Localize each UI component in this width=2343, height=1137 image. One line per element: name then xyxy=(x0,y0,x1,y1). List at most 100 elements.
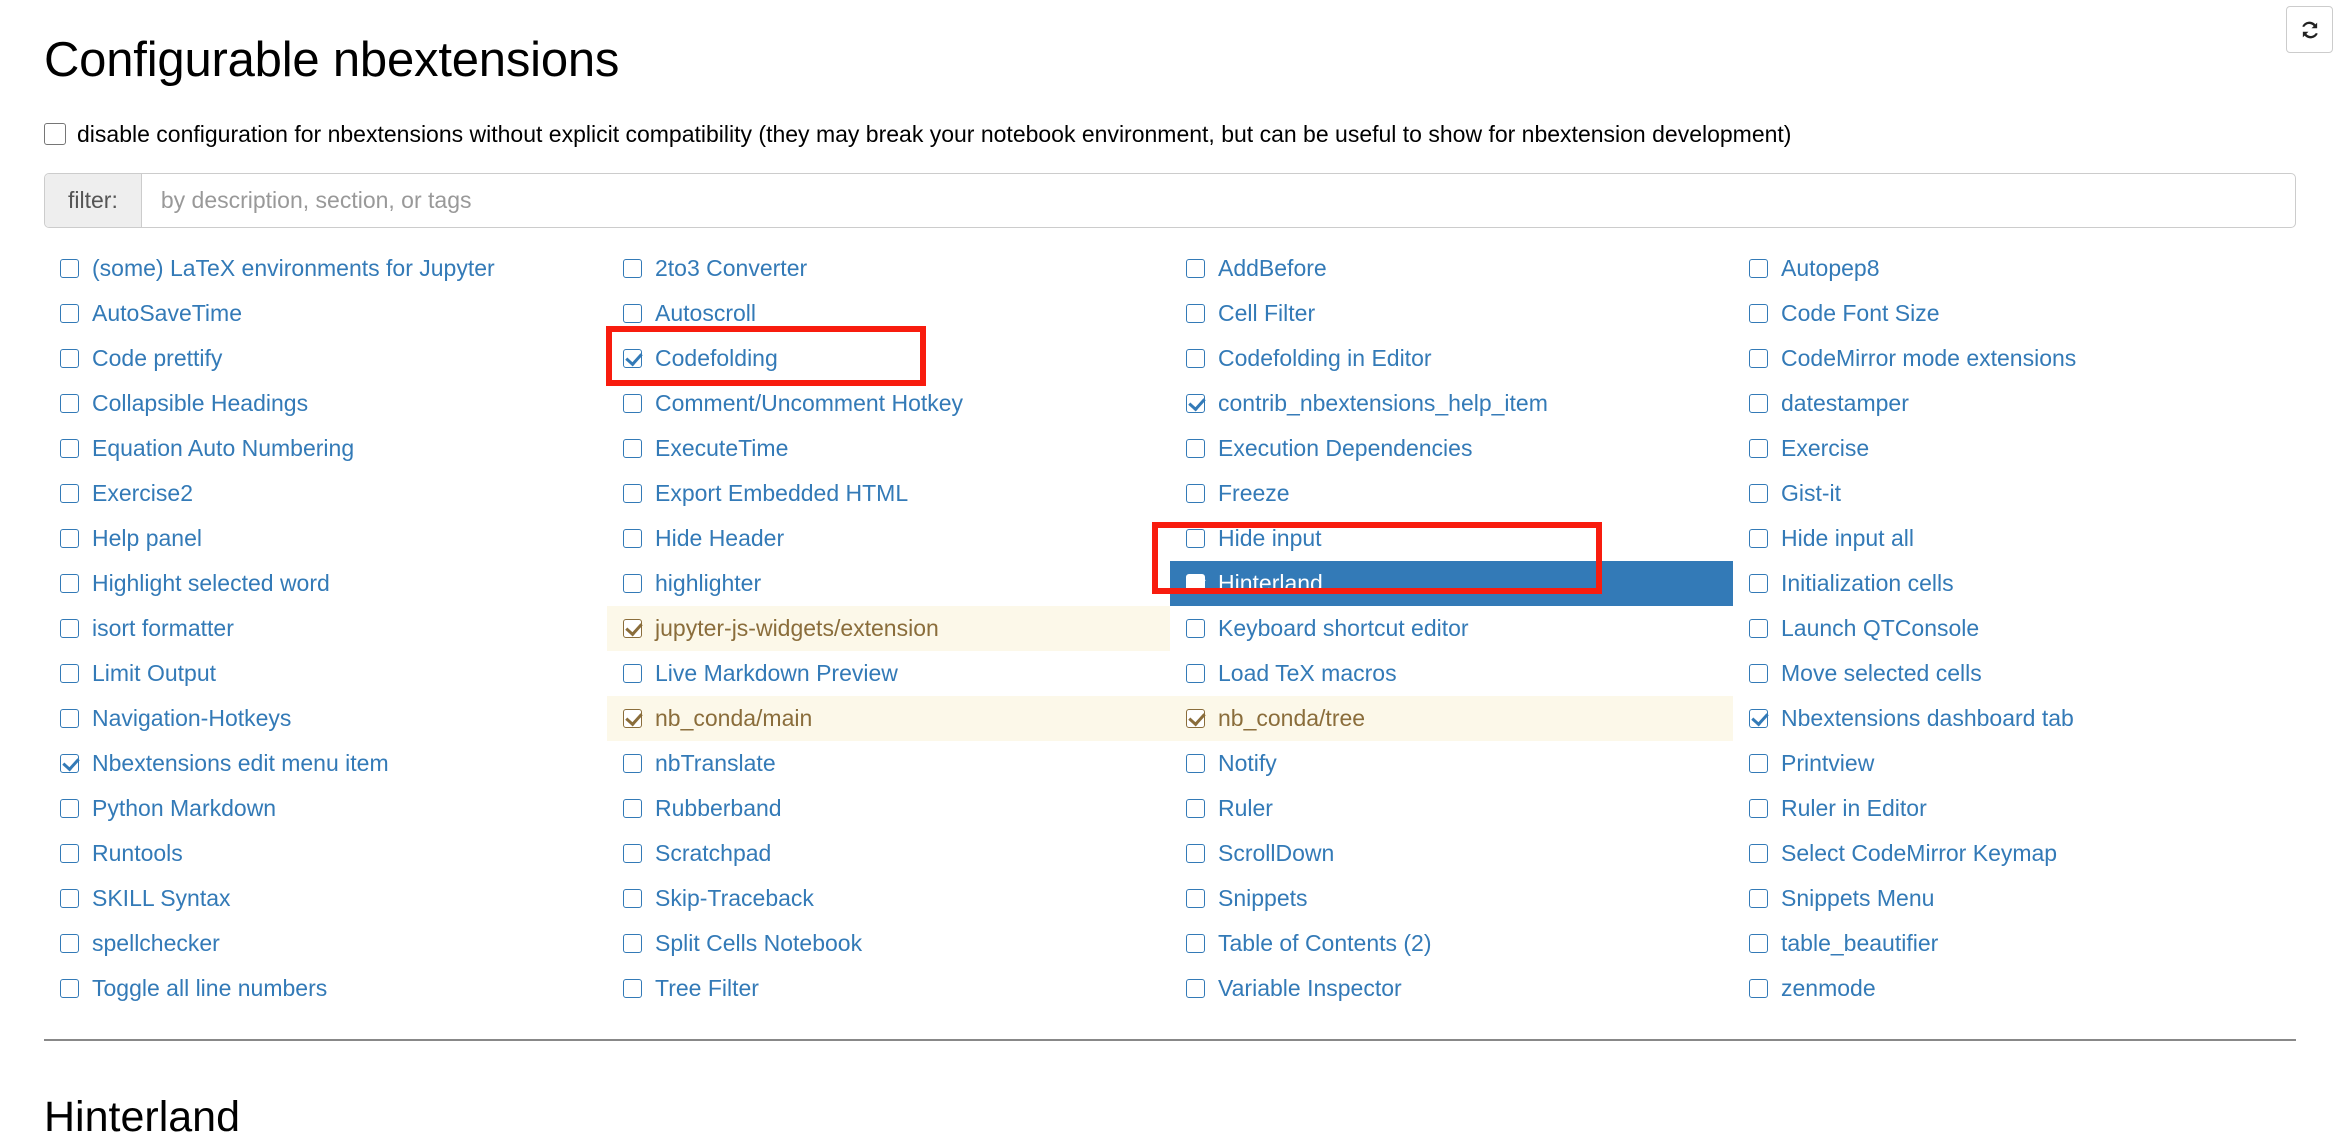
extension-checkbox[interactable] xyxy=(1749,574,1768,594)
extension-row[interactable]: Cell Filter xyxy=(1170,291,1733,336)
extension-row[interactable]: Autopep8 xyxy=(1733,246,2296,291)
extension-row[interactable]: Load TeX macros xyxy=(1170,651,1733,696)
extension-row[interactable]: SKILL Syntax xyxy=(44,876,607,921)
extension-checkbox[interactable] xyxy=(1749,754,1768,774)
extension-checkbox[interactable] xyxy=(1749,529,1768,549)
extension-row[interactable]: contrib_nbextensions_help_item xyxy=(1170,381,1733,426)
extension-row[interactable]: Exercise xyxy=(1733,426,2296,471)
extension-row[interactable]: Collapsible Headings xyxy=(44,381,607,426)
extension-row[interactable]: Comment/Uncomment Hotkey xyxy=(607,381,1170,426)
extension-checkbox[interactable] xyxy=(60,619,79,639)
extension-checkbox[interactable] xyxy=(623,664,642,684)
extension-checkbox[interactable] xyxy=(1186,484,1205,504)
extension-checkbox[interactable] xyxy=(623,709,642,729)
extension-row[interactable]: AddBefore xyxy=(1170,246,1733,291)
extension-checkbox[interactable] xyxy=(1749,619,1768,639)
extension-row[interactable]: 2to3 Converter xyxy=(607,246,1170,291)
extension-row[interactable]: Highlight selected word xyxy=(44,561,607,606)
extension-row[interactable]: Tree Filter xyxy=(607,966,1170,1011)
extension-row[interactable]: CodeMirror mode extensions xyxy=(1733,336,2296,381)
extension-row[interactable]: isort formatter xyxy=(44,606,607,651)
extension-row[interactable]: Export Embedded HTML xyxy=(607,471,1170,516)
extension-checkbox[interactable] xyxy=(60,844,79,864)
extension-checkbox[interactable] xyxy=(1186,664,1205,684)
extension-row[interactable]: table_beautifier xyxy=(1733,921,2296,966)
extension-row[interactable]: Notify xyxy=(1170,741,1733,786)
extension-row[interactable]: Launch QTConsole xyxy=(1733,606,2296,651)
extension-checkbox[interactable] xyxy=(623,574,642,594)
extension-row[interactable]: (some) LaTeX environments for Jupyter xyxy=(44,246,607,291)
extension-row[interactable]: Toggle all line numbers xyxy=(44,966,607,1011)
extension-row[interactable]: AutoSaveTime xyxy=(44,291,607,336)
extension-checkbox[interactable] xyxy=(60,754,79,774)
extension-row[interactable]: Printview xyxy=(1733,741,2296,786)
extension-row[interactable]: Snippets xyxy=(1170,876,1733,921)
extension-checkbox[interactable] xyxy=(623,979,642,999)
extension-row[interactable]: Live Markdown Preview xyxy=(607,651,1170,696)
extension-row[interactable]: Navigation-Hotkeys xyxy=(44,696,607,741)
extension-row[interactable]: datestamper xyxy=(1733,381,2296,426)
extension-row[interactable]: Nbextensions dashboard tab xyxy=(1733,696,2296,741)
extension-checkbox[interactable] xyxy=(623,259,642,279)
extension-checkbox[interactable] xyxy=(1186,889,1205,909)
extension-checkbox[interactable] xyxy=(1749,484,1768,504)
extension-row[interactable]: highlighter xyxy=(607,561,1170,606)
extension-row[interactable]: Rubberband xyxy=(607,786,1170,831)
extension-row[interactable]: Keyboard shortcut editor xyxy=(1170,606,1733,651)
extension-checkbox[interactable] xyxy=(623,619,642,639)
extension-row[interactable]: Hinterland xyxy=(1170,561,1733,607)
extension-checkbox[interactable] xyxy=(1186,619,1205,639)
extension-checkbox[interactable] xyxy=(60,574,79,594)
extension-checkbox[interactable] xyxy=(60,304,79,324)
extension-checkbox[interactable] xyxy=(1749,664,1768,684)
extension-checkbox[interactable] xyxy=(1186,349,1205,369)
extension-row[interactable]: Table of Contents (2) xyxy=(1170,921,1733,966)
extension-row[interactable]: Split Cells Notebook xyxy=(607,921,1170,966)
extension-row[interactable]: Hide input all xyxy=(1733,516,2296,561)
extension-checkbox[interactable] xyxy=(1186,754,1205,774)
disable-config-row[interactable]: disable configuration for nbextensions w… xyxy=(44,120,2299,149)
extension-checkbox[interactable] xyxy=(60,709,79,729)
extension-row[interactable]: Code prettify xyxy=(44,336,607,381)
extension-row[interactable]: Codefolding xyxy=(607,336,1170,381)
extension-checkbox[interactable] xyxy=(623,754,642,774)
extension-row[interactable]: nb_conda/tree xyxy=(1170,696,1733,742)
extension-checkbox[interactable] xyxy=(60,439,79,459)
extension-checkbox[interactable] xyxy=(623,394,642,414)
extension-row[interactable]: Variable Inspector xyxy=(1170,966,1733,1011)
extension-row[interactable]: Execution Dependencies xyxy=(1170,426,1733,471)
extension-row[interactable]: Limit Output xyxy=(44,651,607,696)
extension-checkbox[interactable] xyxy=(1186,304,1205,324)
extension-checkbox[interactable] xyxy=(60,349,79,369)
extension-checkbox[interactable] xyxy=(60,484,79,504)
extension-row[interactable]: zenmode xyxy=(1733,966,2296,1011)
extension-checkbox[interactable] xyxy=(1186,259,1205,279)
extension-checkbox[interactable] xyxy=(1749,799,1768,819)
extension-row[interactable]: Hide input xyxy=(1170,516,1733,561)
extension-checkbox[interactable] xyxy=(1749,934,1768,954)
extension-checkbox[interactable] xyxy=(60,889,79,909)
extension-checkbox[interactable] xyxy=(623,349,642,369)
extension-row[interactable]: ExecuteTime xyxy=(607,426,1170,471)
extension-row[interactable]: nbTranslate xyxy=(607,741,1170,786)
extension-checkbox[interactable] xyxy=(1186,799,1205,819)
extension-checkbox[interactable] xyxy=(623,304,642,324)
extension-row[interactable]: Move selected cells xyxy=(1733,651,2296,696)
extension-row[interactable]: Python Markdown xyxy=(44,786,607,831)
extension-checkbox[interactable] xyxy=(623,439,642,459)
extension-checkbox[interactable] xyxy=(1186,574,1205,594)
extension-checkbox[interactable] xyxy=(60,664,79,684)
extension-checkbox[interactable] xyxy=(623,529,642,549)
extension-checkbox[interactable] xyxy=(1749,844,1768,864)
extension-checkbox[interactable] xyxy=(1749,709,1768,729)
extension-row[interactable]: spellchecker xyxy=(44,921,607,966)
extension-checkbox[interactable] xyxy=(60,529,79,549)
extension-checkbox[interactable] xyxy=(1186,979,1205,999)
extension-checkbox[interactable] xyxy=(60,934,79,954)
extension-checkbox[interactable] xyxy=(1186,394,1205,414)
extension-checkbox[interactable] xyxy=(1186,934,1205,954)
extension-row[interactable]: Ruler xyxy=(1170,786,1733,831)
extension-checkbox[interactable] xyxy=(60,394,79,414)
extension-checkbox[interactable] xyxy=(623,844,642,864)
extension-checkbox[interactable] xyxy=(60,259,79,279)
